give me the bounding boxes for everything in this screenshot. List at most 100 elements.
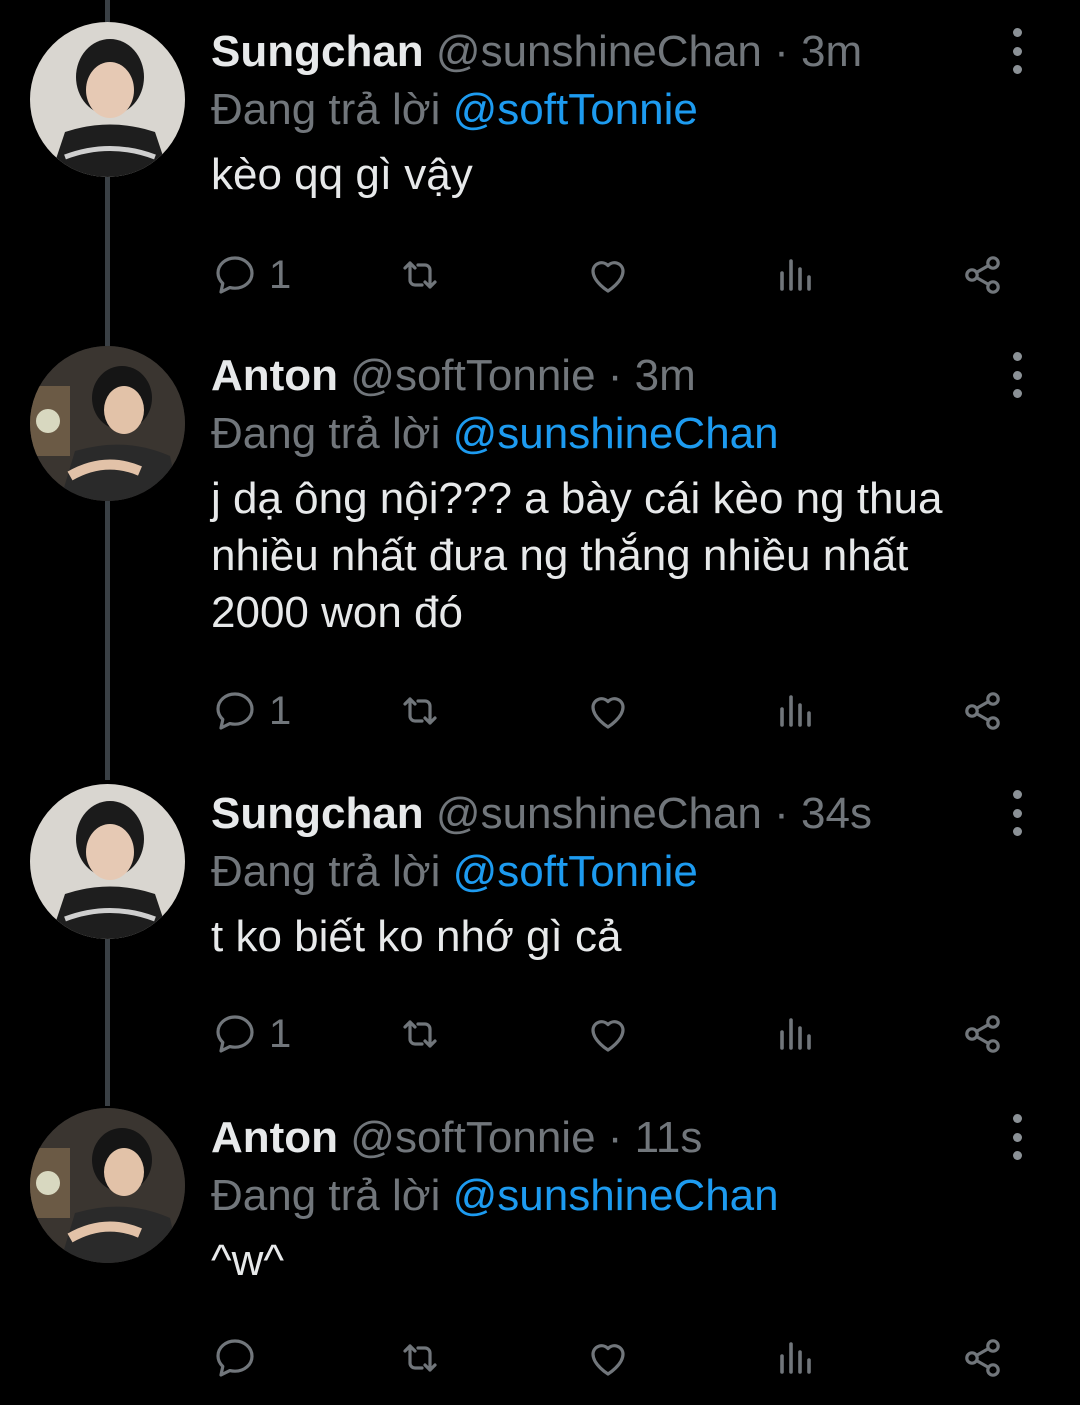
- avatar[interactable]: [30, 784, 185, 939]
- views-button[interactable]: [772, 683, 820, 739]
- avatar[interactable]: [30, 22, 185, 177]
- like-button[interactable]: [584, 683, 632, 739]
- share-button[interactable]: [959, 683, 1007, 739]
- timestamp[interactable]: 3m: [801, 27, 862, 76]
- avatar-photo: [30, 1108, 185, 1263]
- retweet-icon: [403, 1020, 437, 1048]
- avatar[interactable]: [30, 346, 185, 501]
- mention-link[interactable]: @softTonnie: [453, 847, 698, 896]
- reply-context: Đang trả lời @softTonnie: [211, 80, 698, 140]
- reply-button[interactable]: 1: [211, 247, 291, 303]
- retweet-icon: [403, 697, 437, 725]
- views-button[interactable]: [772, 247, 820, 303]
- more-options-icon[interactable]: [1000, 352, 1034, 398]
- share-icon: [965, 692, 1000, 730]
- more-options-icon[interactable]: [1000, 1114, 1034, 1160]
- user-handle[interactable]: @softTonnie: [350, 351, 595, 400]
- avatar-photo: [30, 22, 185, 177]
- thread-line: [105, 0, 110, 22]
- timestamp[interactable]: 34s: [801, 789, 872, 838]
- retweet-button[interactable]: [396, 1330, 444, 1386]
- reply-count: 1: [269, 252, 292, 297]
- tweet[interactable]: Sungchan @sunshineChan · 34s Đang trả lờ…: [0, 784, 1080, 1104]
- share-icon: [965, 1339, 1000, 1377]
- mention-link[interactable]: @softTonnie: [453, 85, 698, 134]
- reply-prefix: Đang trả lời: [211, 85, 441, 134]
- tweet-text: ^w^: [211, 1236, 285, 1285]
- like-icon: [591, 697, 625, 729]
- avatar[interactable]: [30, 1108, 185, 1263]
- separator-dot: ·: [774, 789, 789, 838]
- views-button[interactable]: [772, 1006, 820, 1062]
- timestamp[interactable]: 11s: [635, 1113, 703, 1162]
- user-handle[interactable]: @sunshineChan: [436, 789, 762, 838]
- share-button[interactable]: [959, 1330, 1007, 1386]
- retweet-icon: [403, 261, 437, 289]
- action-bar: 1: [211, 247, 1041, 303]
- tweet-header: Sungchan @sunshineChan · 3m: [211, 22, 862, 82]
- action-bar: 1: [211, 683, 1041, 739]
- reply-context: Đang trả lời @softTonnie: [211, 842, 698, 902]
- share-icon: [965, 1015, 1000, 1053]
- tweet-header: Anton @softTonnie · 11s: [211, 1108, 702, 1168]
- like-icon: [591, 261, 625, 293]
- views-icon: [780, 259, 811, 291]
- tweet-text: t ko biết ko nhớ gì cả: [211, 912, 622, 961]
- action-bar: [211, 1330, 1041, 1386]
- action-bar: 1: [211, 1006, 1041, 1062]
- views-icon: [780, 1018, 811, 1050]
- display-name[interactable]: Anton: [211, 351, 338, 400]
- tweet-header: Anton @softTonnie · 3m: [211, 346, 696, 406]
- tweet[interactable]: Sungchan @sunshineChan · 3m Đang trả lời…: [0, 22, 1080, 342]
- reply-icon: [216, 1339, 254, 1377]
- like-button[interactable]: [584, 1330, 632, 1386]
- views-icon: [780, 695, 811, 727]
- reply-button[interactable]: 1: [211, 683, 291, 739]
- user-handle[interactable]: @softTonnie: [350, 1113, 595, 1162]
- display-name[interactable]: Anton: [211, 1113, 338, 1162]
- tweet-text: j dạ ông nội??? a bày cái kèo ng thua nh…: [211, 474, 943, 637]
- views-icon: [780, 1342, 811, 1374]
- reply-button[interactable]: [211, 1330, 269, 1386]
- reply-context: Đang trả lời @sunshineChan: [211, 404, 779, 464]
- reply-icon: [216, 1015, 254, 1053]
- share-button[interactable]: [959, 1006, 1007, 1062]
- avatar-photo: [30, 346, 185, 501]
- more-options-icon[interactable]: [1000, 790, 1034, 836]
- user-handle[interactable]: @sunshineChan: [436, 27, 762, 76]
- reply-icon: [216, 692, 254, 730]
- share-button[interactable]: [959, 247, 1007, 303]
- more-options-icon[interactable]: [1000, 28, 1034, 74]
- retweet-button[interactable]: [396, 1006, 444, 1062]
- retweet-icon: [403, 1344, 437, 1372]
- separator-dot: ·: [607, 351, 623, 400]
- share-icon: [965, 256, 1000, 294]
- tweet-text: kèo qq gì vậy: [211, 150, 473, 199]
- like-icon: [591, 1344, 625, 1376]
- views-button[interactable]: [772, 1330, 820, 1386]
- separator-dot: ·: [607, 1113, 623, 1162]
- reply-count: 1: [269, 688, 292, 733]
- reply-count: 1: [269, 1011, 292, 1056]
- mention-link[interactable]: @sunshineChan: [453, 409, 779, 458]
- retweet-button[interactable]: [396, 683, 444, 739]
- like-button[interactable]: [584, 247, 632, 303]
- reply-prefix: Đang trả lời: [211, 409, 441, 458]
- display-name[interactable]: Sungchan: [211, 27, 424, 76]
- reply-prefix: Đang trả lời: [211, 847, 441, 896]
- mention-link[interactable]: @sunshineChan: [453, 1171, 779, 1220]
- reply-button[interactable]: 1: [211, 1006, 291, 1062]
- tweet[interactable]: Anton @softTonnie · 11s Đang trả lời @su…: [0, 1108, 1080, 1405]
- tweet-header: Sungchan @sunshineChan · 34s: [211, 784, 872, 844]
- like-icon: [591, 1020, 625, 1052]
- avatar-photo: [30, 784, 185, 939]
- like-button[interactable]: [584, 1006, 632, 1062]
- tweet[interactable]: Anton @softTonnie · 3m Đang trả lời @sun…: [0, 346, 1080, 776]
- display-name[interactable]: Sungchan: [211, 789, 424, 838]
- reply-context: Đang trả lời @sunshineChan: [211, 1166, 779, 1226]
- reply-icon: [216, 256, 254, 294]
- timestamp[interactable]: 3m: [635, 351, 696, 400]
- retweet-button[interactable]: [396, 247, 444, 303]
- reply-prefix: Đang trả lời: [211, 1171, 441, 1220]
- separator-dot: ·: [774, 27, 789, 76]
